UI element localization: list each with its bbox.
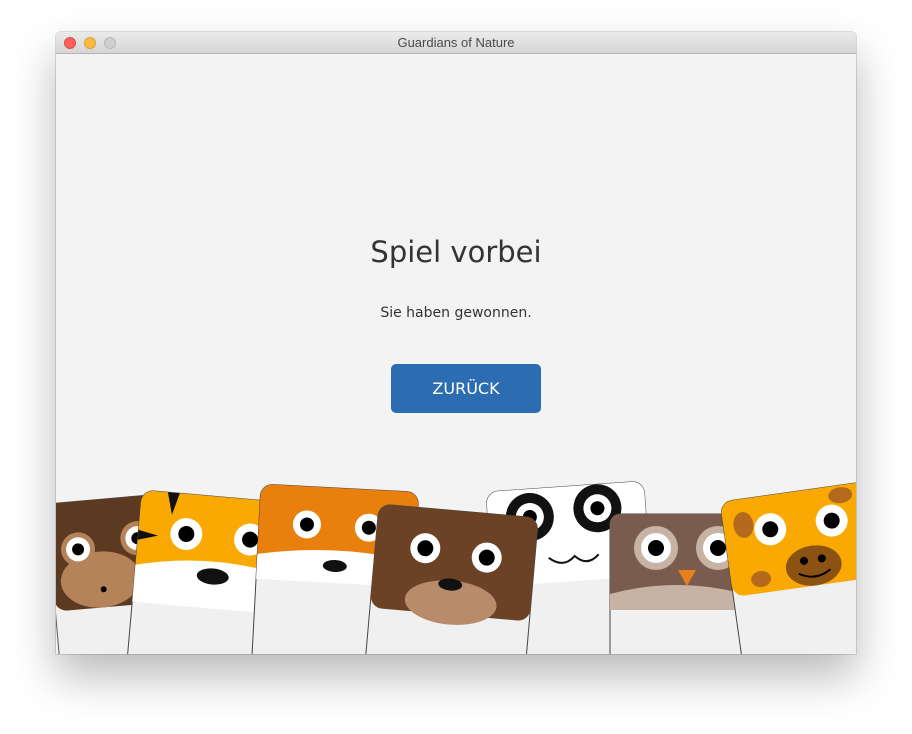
game-over-screen: Spiel vorbei Sie haben gewonnen. ZURÜCK [56, 54, 856, 654]
window-title: Guardians of Nature [397, 35, 515, 50]
bear-card [362, 504, 538, 654]
giraffe-card [721, 481, 856, 654]
app-window: Guardians of Nature Spiel vorbei Sie hab… [56, 32, 856, 654]
animal-characters-illustration [56, 481, 856, 654]
owl-card [609, 513, 745, 654]
title-bar: Guardians of Nature [56, 32, 856, 54]
